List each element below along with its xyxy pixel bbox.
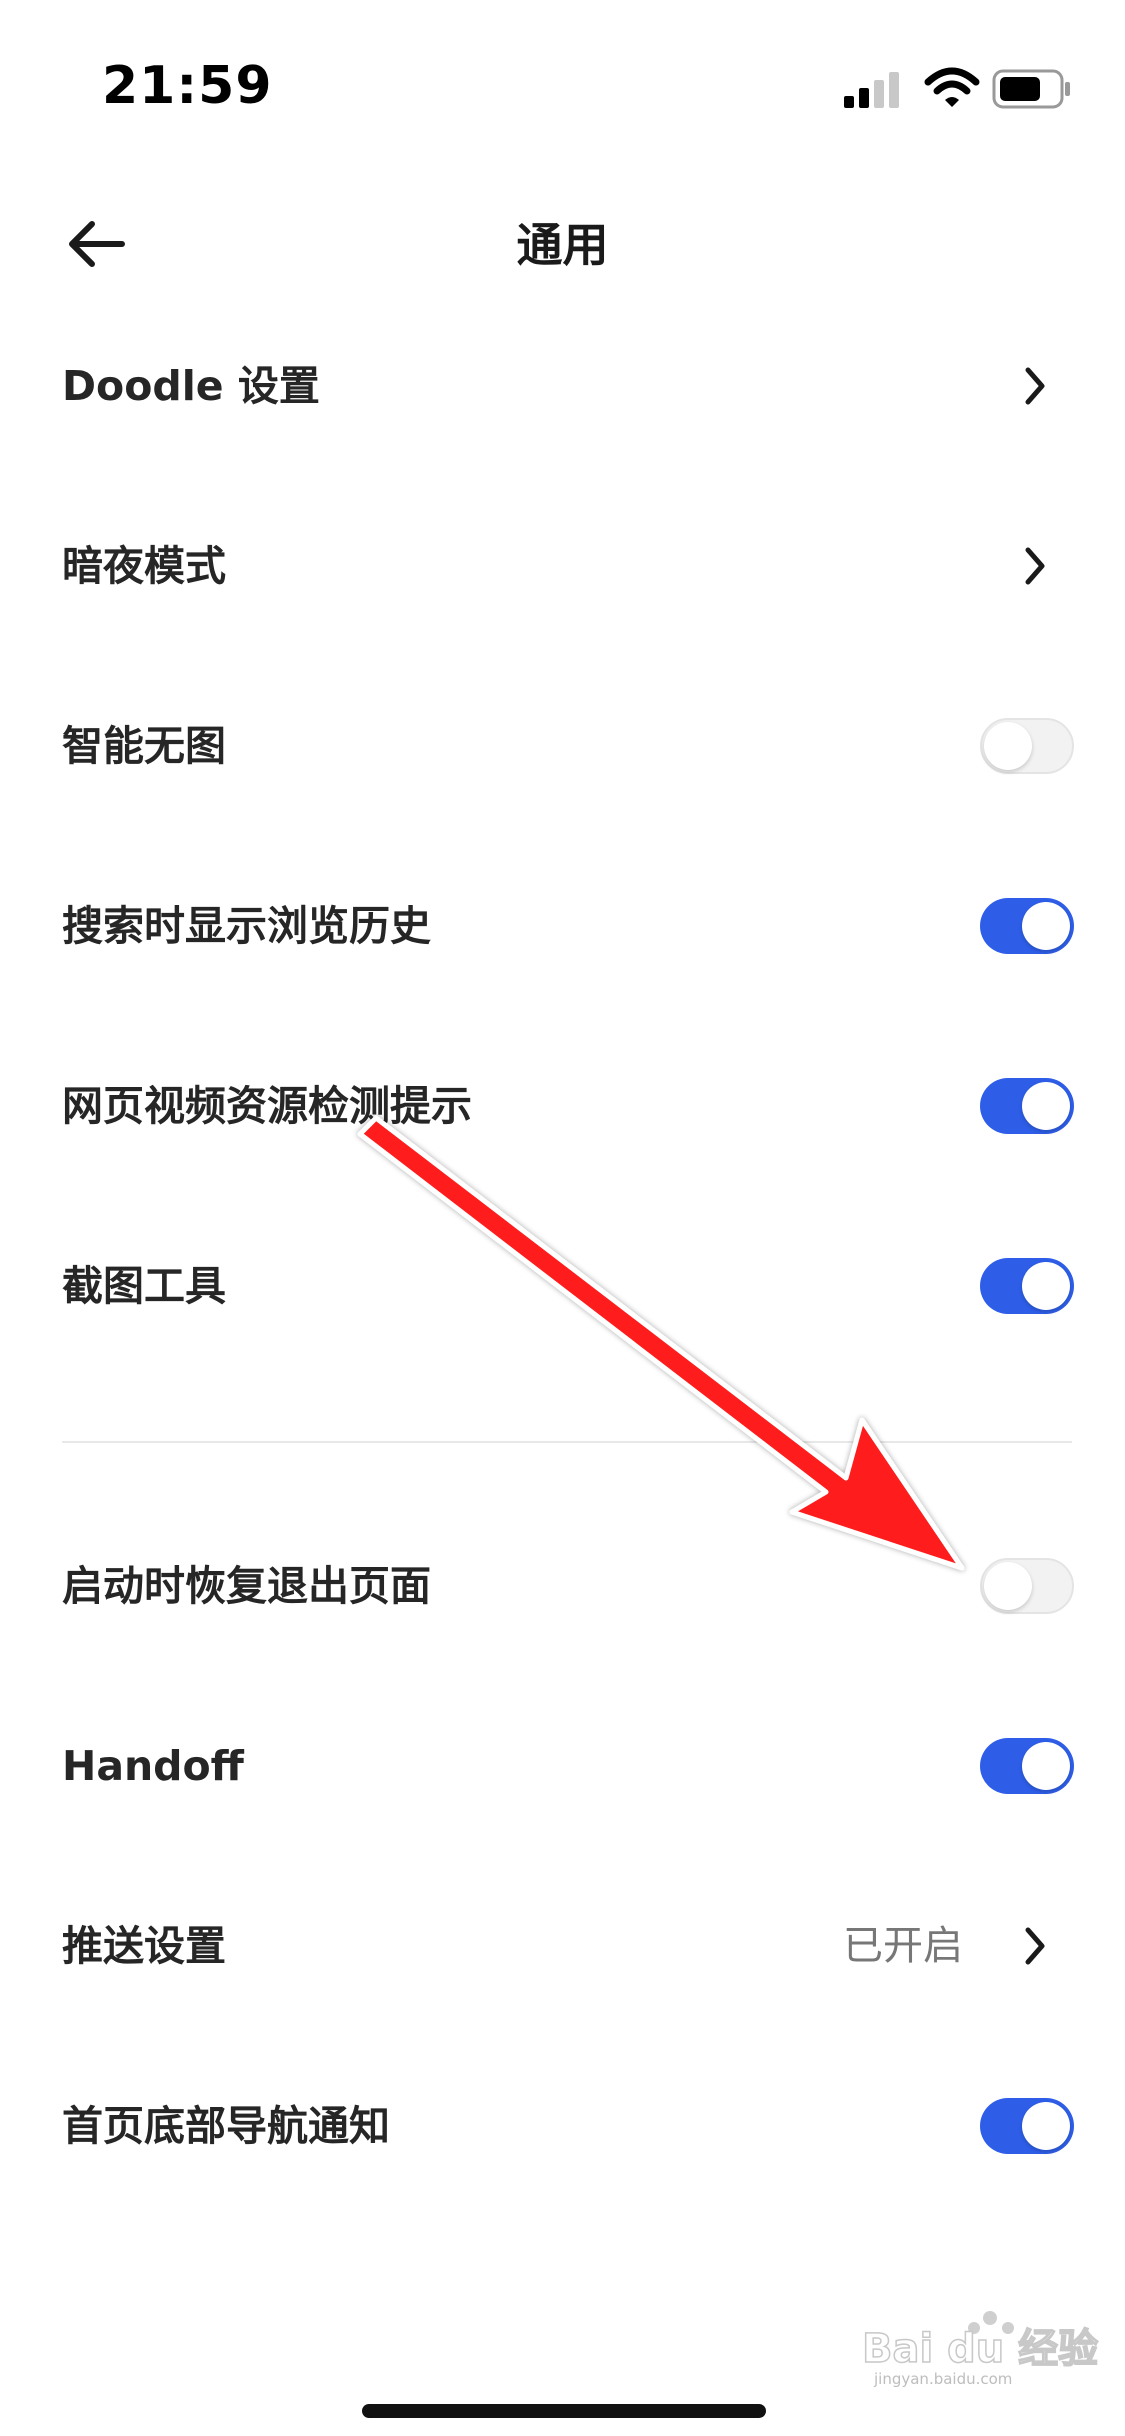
smart-no-image-toggle[interactable] xyxy=(980,718,1074,774)
setting-row-search-history: 搜索时显示浏览历史 xyxy=(0,836,1125,1016)
setting-row-restore-pages: 启动时恢复退出页面 xyxy=(0,1496,1125,1676)
status-bar: 21:59 xyxy=(0,0,1125,150)
setting-row-screenshot-tool: 截图工具 xyxy=(0,1196,1125,1376)
restore-pages-toggle[interactable] xyxy=(980,1558,1074,1614)
toggle-knob xyxy=(984,722,1032,770)
toggle-knob xyxy=(1022,1262,1070,1310)
chevron-right-icon xyxy=(1025,1927,1045,1965)
setting-row-handoff: Handoff xyxy=(0,1676,1125,1856)
toggle-knob xyxy=(1022,1742,1070,1790)
setting-label: Handoff xyxy=(62,1742,244,1790)
setting-row-home-nav-notice: 首页底部导航通知 xyxy=(0,2036,1125,2216)
chevron-right-icon xyxy=(1025,547,1045,585)
setting-label: 网页视频资源检测提示 xyxy=(62,1082,472,1130)
setting-row-video-detect: 网页视频资源检测提示 xyxy=(0,1016,1125,1196)
status-time: 21:59 xyxy=(102,56,273,116)
setting-label: 推送设置 xyxy=(62,1922,226,1970)
setting-label: 搜索时显示浏览历史 xyxy=(62,902,431,950)
handoff-toggle[interactable] xyxy=(980,1738,1074,1794)
setting-label: 截图工具 xyxy=(62,1262,226,1310)
battery-icon xyxy=(992,69,1070,109)
video-detect-toggle[interactable] xyxy=(980,1078,1074,1134)
wifi-icon xyxy=(924,67,980,107)
navigation-bar: 通用 xyxy=(0,190,1125,300)
setting-row-doodle[interactable]: Doodle 设置 xyxy=(0,296,1125,476)
section-divider xyxy=(62,1441,1072,1443)
setting-row-dark-mode[interactable]: 暗夜模式 xyxy=(0,476,1125,656)
search-history-toggle[interactable] xyxy=(980,898,1074,954)
setting-label: Doodle 设置 xyxy=(62,362,320,410)
baidu-jingyan-watermark: Bai du 经验 jingyan.baidu.com xyxy=(862,2311,1099,2388)
setting-label: 暗夜模式 xyxy=(62,542,226,590)
page-title: 通用 xyxy=(516,218,609,272)
chevron-right-icon xyxy=(1025,367,1045,405)
cellular-signal-icon xyxy=(844,72,899,108)
setting-label: 智能无图 xyxy=(62,722,226,770)
toggle-knob xyxy=(1022,902,1070,950)
screenshot-tool-toggle[interactable] xyxy=(980,1258,1074,1314)
home-indicator xyxy=(362,2404,766,2418)
setting-row-smart-no-image: 智能无图 xyxy=(0,656,1125,836)
watermark-text: Bai du 经验 xyxy=(862,2326,1098,2372)
home-nav-notice-toggle[interactable] xyxy=(980,2098,1074,2154)
setting-label: 启动时恢复退出页面 xyxy=(62,1562,431,1610)
arrow-left-icon xyxy=(69,221,125,267)
setting-label: 首页底部导航通知 xyxy=(62,2102,390,2150)
toggle-knob xyxy=(984,1562,1032,1610)
toggle-knob xyxy=(1022,2102,1070,2150)
push-status-value: 已开启 xyxy=(843,1923,963,1969)
toggle-knob xyxy=(1022,1082,1070,1130)
setting-row-push[interactable]: 推送设置 已开启 xyxy=(0,1856,1125,2036)
watermark-subtext: jingyan.baidu.com xyxy=(873,2370,1012,2388)
back-button[interactable] xyxy=(58,212,134,276)
